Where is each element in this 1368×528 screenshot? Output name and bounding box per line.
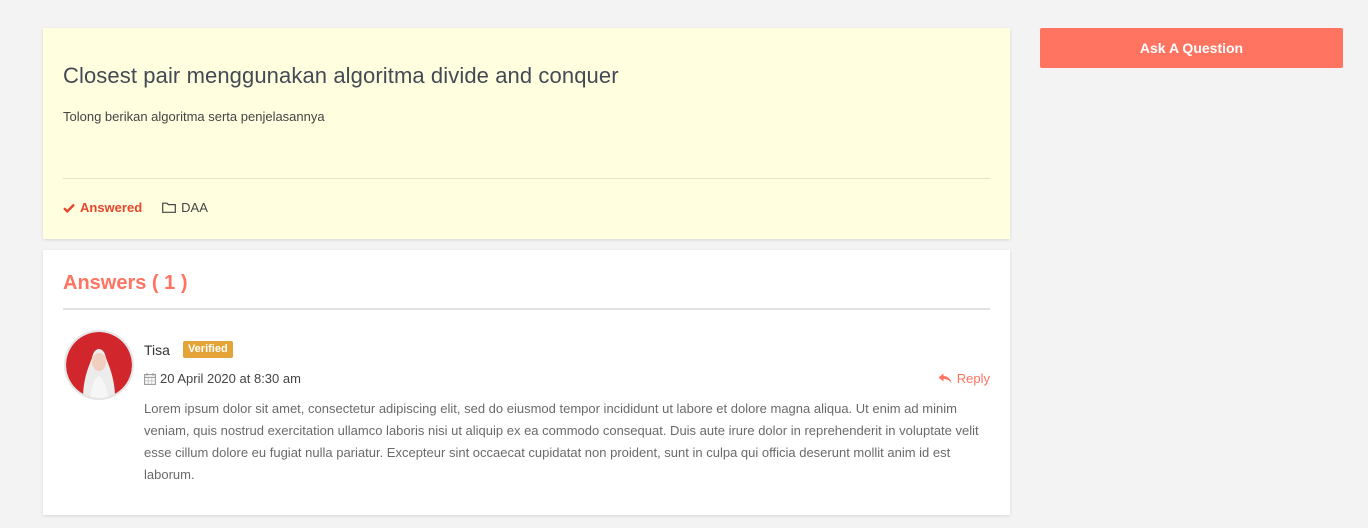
avatar-image — [66, 332, 132, 398]
date-text: 20 April 2020 at 8:30 am — [160, 371, 301, 386]
answer-date: 20 April 2020 at 8:30 am — [144, 371, 301, 386]
avatar[interactable] — [64, 330, 134, 400]
author-name[interactable]: Tisa — [144, 342, 170, 358]
folder-icon — [162, 202, 177, 213]
ask-question-button[interactable]: Ask A Question — [1040, 28, 1343, 68]
divider — [63, 308, 990, 310]
answers-heading: Answers ( 1 ) — [63, 272, 188, 294]
check-icon — [63, 203, 75, 213]
verified-badge: Verified — [182, 341, 233, 358]
category-link[interactable]: DAA — [162, 200, 208, 215]
answer-text: Lorem ipsum dolor sit amet, consectetur … — [144, 401, 979, 482]
reply-link[interactable]: Reply — [938, 371, 990, 386]
category-label: DAA — [181, 200, 208, 215]
question-card: Closest pair menggunakan algoritma divid… — [43, 28, 1010, 239]
calendar-icon — [144, 372, 156, 385]
reply-icon — [938, 373, 952, 384]
question-body: Tolong berikan algoritma serta penjelasa… — [63, 109, 325, 124]
answers-card: Answers ( 1 ) Tisa Verified 20 April 202… — [43, 250, 1010, 515]
answer-author-line: Tisa Verified — [144, 341, 233, 358]
divider — [63, 178, 990, 179]
reply-label: Reply — [956, 371, 990, 386]
answered-label: Answered — [80, 200, 143, 215]
question-title: Closest pair menggunakan algoritma divid… — [63, 63, 619, 88]
answered-status: Answered — [63, 200, 142, 215]
question-meta: Answered DAA — [63, 200, 208, 215]
